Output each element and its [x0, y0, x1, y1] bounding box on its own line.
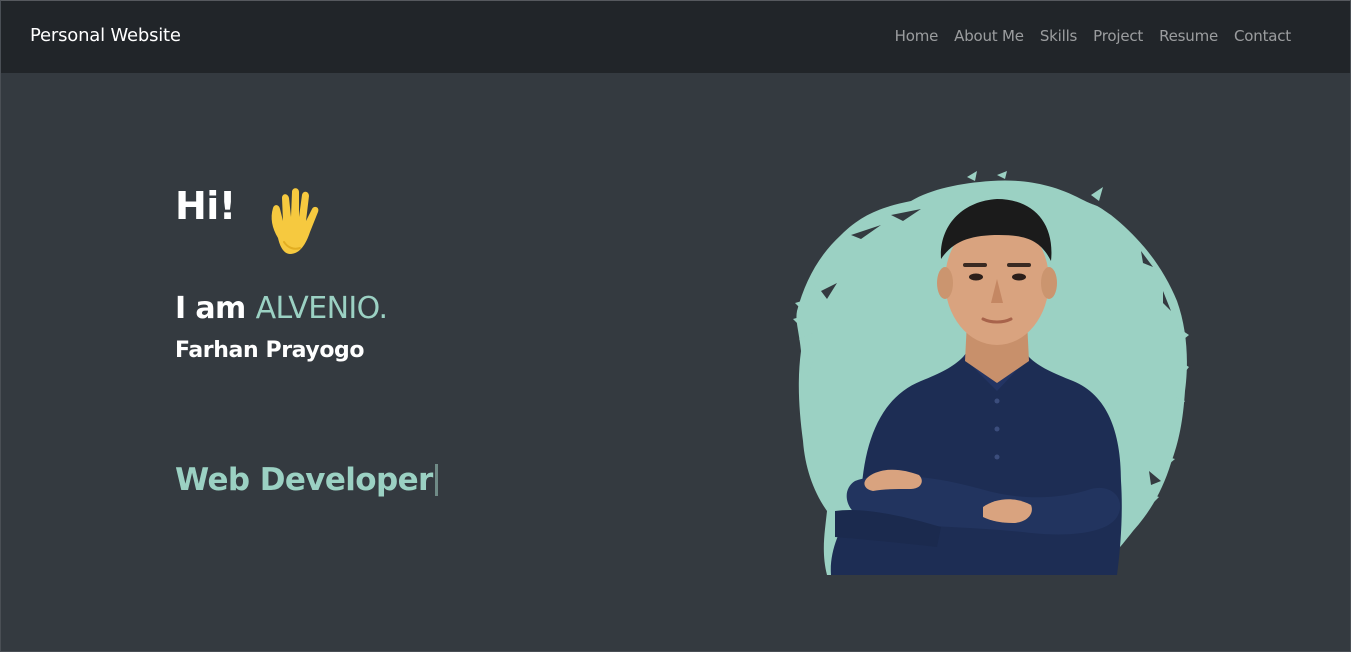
nav-link-project[interactable]: Project: [1085, 27, 1151, 45]
intro-prefix: I am: [175, 291, 256, 326]
nav-link-contact[interactable]: Contact: [1226, 27, 1291, 45]
full-name: Farhan Prayogo: [175, 338, 365, 363]
brand-link[interactable]: Personal Website: [30, 25, 181, 46]
intro-name: ALVENIO.: [255, 291, 388, 326]
typing-cursor: [434, 464, 438, 496]
profile-photo: [793, 171, 1189, 575]
nav-link-skills[interactable]: Skills: [1032, 27, 1085, 45]
navbar: Personal Website Home About Me Skills Pr…: [1, 1, 1350, 73]
waving-hand-icon: [271, 188, 319, 254]
nav-link-home[interactable]: Home: [887, 27, 947, 45]
nav-link-about-me[interactable]: About Me: [946, 27, 1032, 45]
nav-links: Home About Me Skills Project Resume Cont…: [887, 27, 1292, 45]
page: Personal Website Home About Me Skills Pr…: [0, 0, 1351, 652]
nav-link-resume[interactable]: Resume: [1151, 27, 1226, 45]
intro-heading: I am ALVENIO.: [175, 291, 388, 326]
greeting-row: Hi!: [175, 184, 319, 254]
greeting-heading: Hi!: [175, 184, 236, 228]
role-typewriter: Web Developer: [175, 462, 438, 498]
role-text: Web Developer: [175, 462, 433, 498]
